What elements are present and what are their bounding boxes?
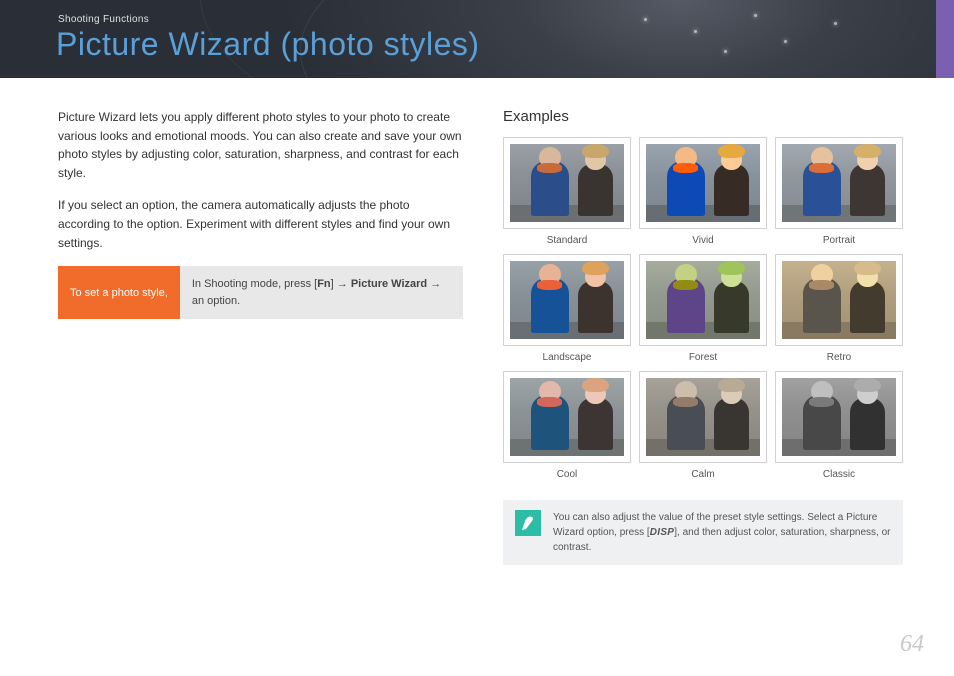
page-number: 64 bbox=[900, 631, 924, 658]
example-thumb: Retro bbox=[775, 254, 903, 363]
thumb-label: Classic bbox=[775, 469, 903, 480]
thumb-label: Landscape bbox=[503, 352, 631, 363]
instruction-mid: ] → bbox=[331, 278, 351, 290]
thumb-image bbox=[510, 378, 624, 456]
right-column: Examples Standard Vivid Portrait Landscape F… bbox=[503, 108, 914, 636]
instruction-callout: To set a photo style, In Shooting mode, … bbox=[58, 266, 463, 319]
thumb-frame bbox=[503, 254, 631, 346]
example-thumb: Standard bbox=[503, 137, 631, 246]
header-sparkles bbox=[604, 0, 904, 78]
instruction-prefix: In Shooting mode, press [ bbox=[192, 278, 317, 290]
thumb-image bbox=[510, 261, 624, 339]
example-thumb: Vivid bbox=[639, 137, 767, 246]
examples-heading: Examples bbox=[503, 108, 914, 125]
thumb-frame bbox=[775, 254, 903, 346]
instruction-label: To set a photo style, bbox=[58, 266, 180, 319]
chapter-side-tab bbox=[936, 0, 954, 78]
thumb-label: Cool bbox=[503, 469, 631, 480]
thumb-image bbox=[510, 144, 624, 222]
example-thumb: Forest bbox=[639, 254, 767, 363]
disp-button-label: DISP bbox=[650, 527, 675, 538]
examples-grid: Standard Vivid Portrait Landscape Forest Retr… bbox=[503, 137, 914, 480]
intro-paragraph-2: If you select an option, the camera auto… bbox=[58, 196, 463, 252]
tip-text: You can also adjust the value of the pre… bbox=[553, 510, 891, 555]
thumb-label: Forest bbox=[639, 352, 767, 363]
tip-note: You can also adjust the value of the pre… bbox=[503, 500, 903, 565]
thumb-frame bbox=[503, 137, 631, 229]
thumb-image bbox=[646, 378, 760, 456]
thumb-frame bbox=[503, 371, 631, 463]
example-thumb: Portrait bbox=[775, 137, 903, 246]
left-column: Picture Wizard lets you apply different … bbox=[58, 108, 463, 636]
instruction-body: In Shooting mode, press [Fn] → Picture W… bbox=[180, 266, 463, 319]
thumb-label: Standard bbox=[503, 235, 631, 246]
thumb-label: Retro bbox=[775, 352, 903, 363]
page-title: Picture Wizard (photo styles) bbox=[56, 26, 480, 63]
example-thumb: Classic bbox=[775, 371, 903, 480]
content-area: Picture Wizard lets you apply different … bbox=[58, 108, 914, 636]
intro-paragraph-1: Picture Wizard lets you apply different … bbox=[58, 108, 463, 182]
fn-button-label: Fn bbox=[317, 278, 330, 290]
example-thumb: Cool bbox=[503, 371, 631, 480]
thumb-image bbox=[646, 261, 760, 339]
thumb-frame bbox=[639, 137, 767, 229]
thumb-frame bbox=[639, 254, 767, 346]
thumb-frame bbox=[775, 137, 903, 229]
breadcrumb: Shooting Functions bbox=[58, 14, 149, 25]
thumb-label: Portrait bbox=[775, 235, 903, 246]
instruction-bold: Picture Wizard bbox=[351, 278, 427, 290]
thumb-image bbox=[646, 144, 760, 222]
thumb-label: Vivid bbox=[639, 235, 767, 246]
thumb-image bbox=[782, 378, 896, 456]
pen-icon bbox=[515, 510, 541, 536]
thumb-image bbox=[782, 261, 896, 339]
thumb-frame bbox=[639, 371, 767, 463]
thumb-image bbox=[782, 144, 896, 222]
thumb-frame bbox=[775, 371, 903, 463]
example-thumb: Calm bbox=[639, 371, 767, 480]
example-thumb: Landscape bbox=[503, 254, 631, 363]
thumb-label: Calm bbox=[639, 469, 767, 480]
